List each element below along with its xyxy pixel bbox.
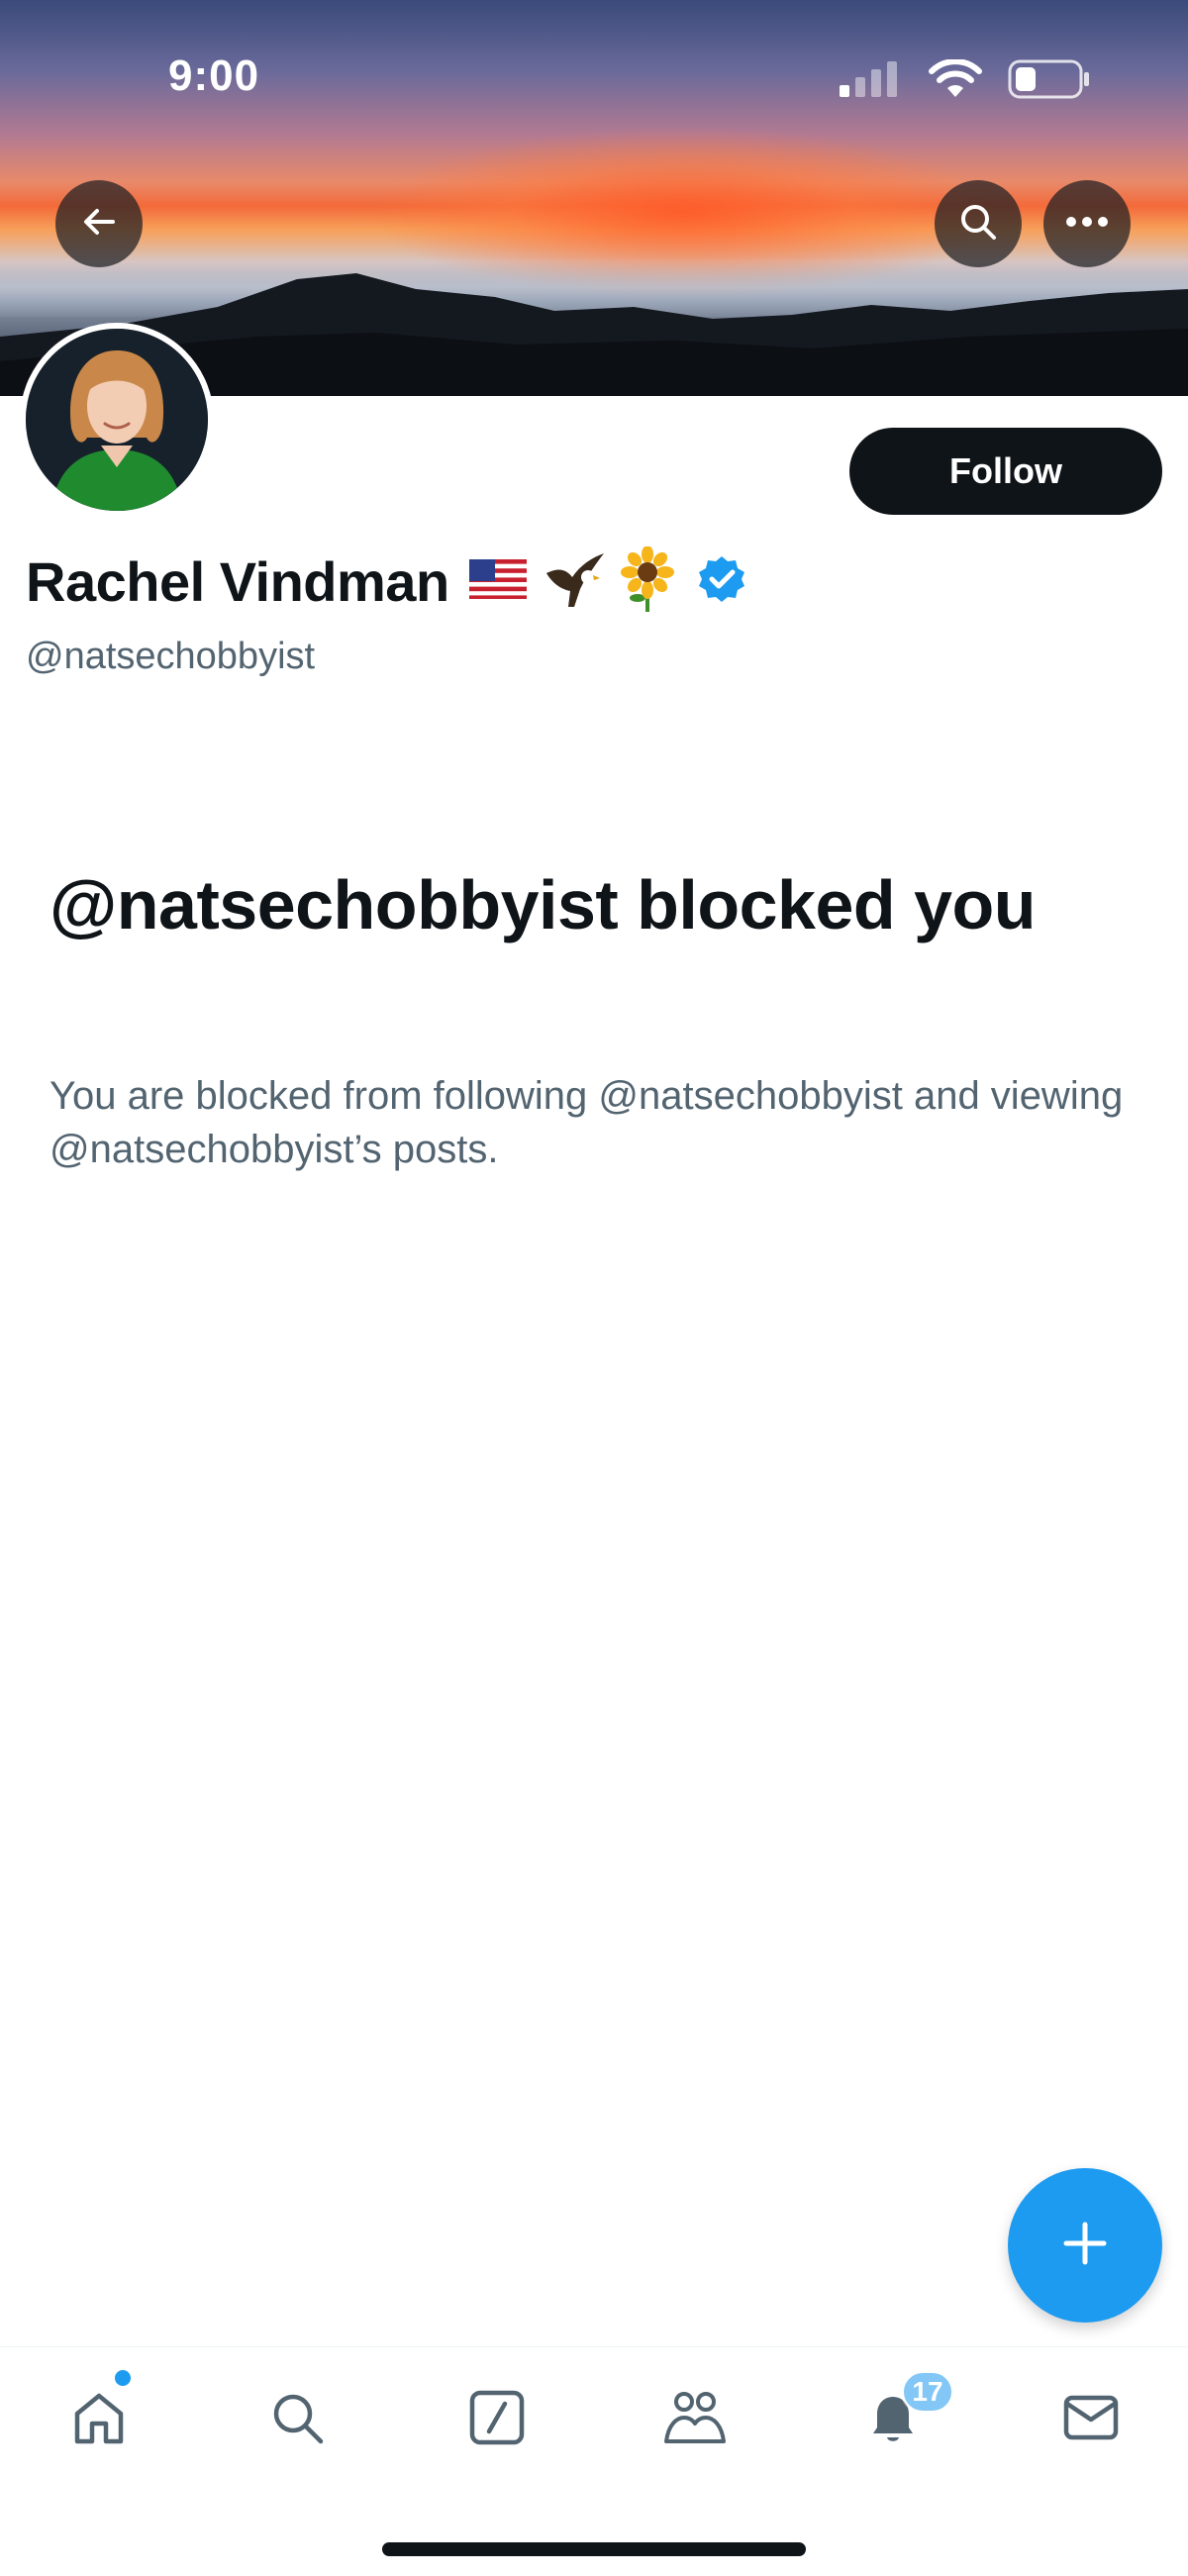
wifi-icon — [929, 58, 982, 104]
home-icon — [69, 2388, 129, 2452]
nav-communities[interactable] — [655, 2380, 735, 2459]
eagle-icon — [541, 547, 606, 616]
name-emojis — [468, 545, 746, 617]
cellular-signal-icon — [840, 61, 903, 102]
more-options-button[interactable] — [1043, 180, 1131, 267]
status-icons — [840, 58, 1091, 104]
battery-icon — [1008, 59, 1091, 104]
plus-icon — [1062, 2221, 1108, 2271]
verified-badge-icon[interactable] — [697, 554, 746, 609]
mail-icon — [1061, 2388, 1121, 2452]
compose-slash-icon — [467, 2388, 527, 2452]
status-time: 9:00 — [168, 51, 260, 100]
home-unread-dot — [115, 2370, 131, 2386]
blocked-description: You are blocked from following @natsecho… — [50, 1074, 1124, 1171]
avatar-portrait — [26, 329, 208, 511]
back-button[interactable] — [55, 180, 143, 267]
follow-button[interactable]: Follow — [849, 428, 1162, 515]
nav-search[interactable] — [257, 2380, 337, 2459]
more-horizontal-icon — [1065, 215, 1109, 233]
profile-name-row: Rachel Vindman — [26, 545, 746, 617]
display-name: Rachel Vindman — [26, 550, 449, 613]
search-profile-button[interactable] — [935, 180, 1022, 267]
blocked-title: @natsechobbyist blocked you — [50, 866, 1037, 943]
profile-handle: @natsechobbyist — [26, 636, 316, 677]
arrow-left-icon — [79, 202, 119, 247]
us-flag-icon — [468, 559, 527, 604]
new-post-button[interactable] — [1008, 2168, 1162, 2323]
avatar[interactable] — [20, 323, 214, 517]
home-indicator[interactable] — [382, 2542, 806, 2556]
nav-grok[interactable] — [457, 2380, 537, 2459]
sunflower-icon — [620, 545, 675, 617]
search-icon — [957, 201, 999, 248]
communities-icon — [662, 2388, 728, 2452]
search-icon — [267, 2388, 327, 2452]
nav-home[interactable] — [59, 2380, 139, 2459]
notification-count-badge: 17 — [901, 2370, 954, 2414]
nav-messages[interactable] — [1051, 2380, 1131, 2459]
